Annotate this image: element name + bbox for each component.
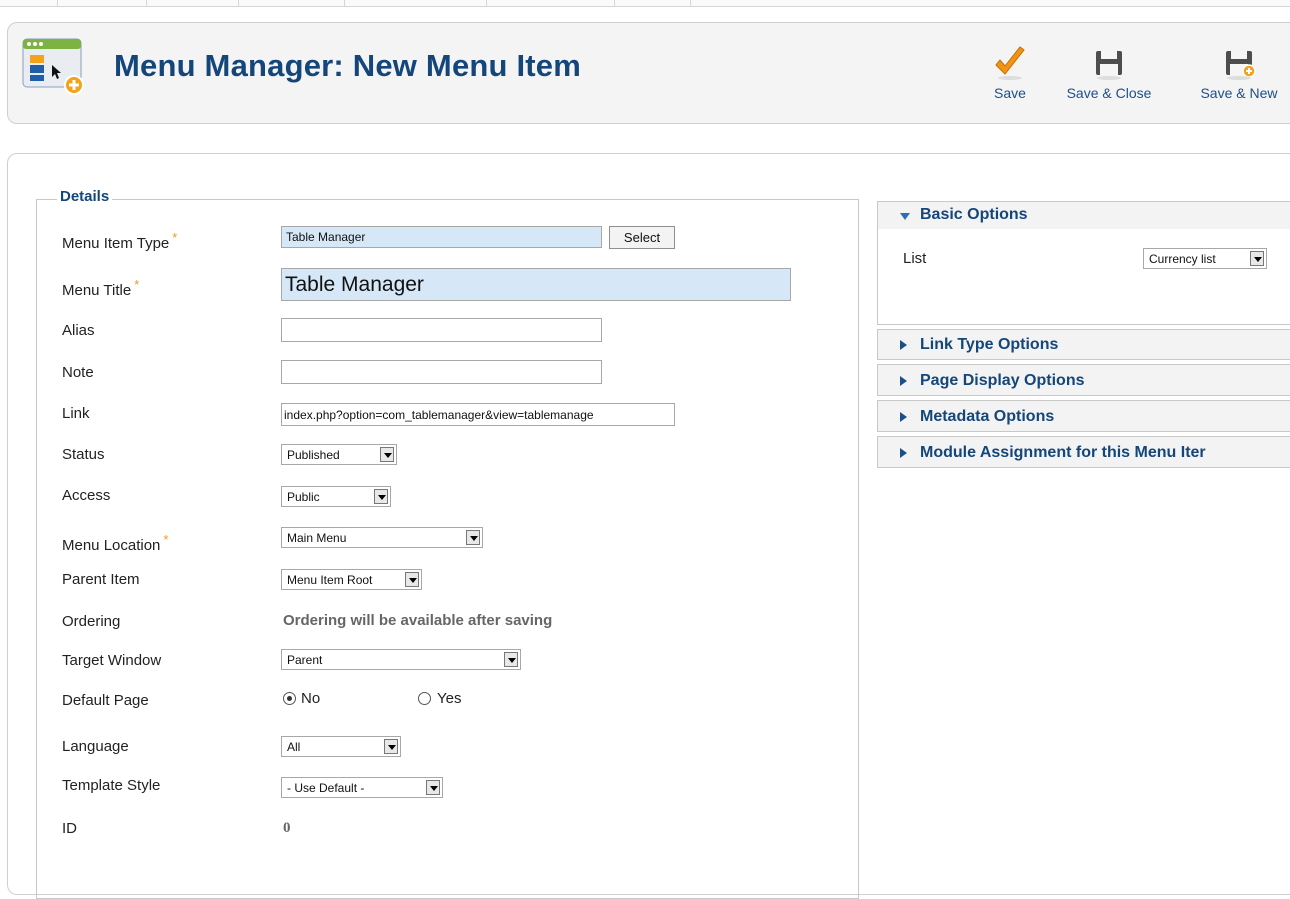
menu-title-label: Menu Title * xyxy=(62,277,139,299)
save-and-new-label: Save & New xyxy=(1200,85,1278,101)
default-page-no-label: No xyxy=(301,690,321,707)
required-marker: * xyxy=(172,230,178,245)
menu-location-select[interactable]: Main Menu xyxy=(281,527,483,548)
save-button[interactable]: Save xyxy=(985,45,1035,101)
target-window-value: Parent xyxy=(287,653,323,667)
parent-item-label: Parent Item xyxy=(62,571,140,588)
tab-divider xyxy=(238,0,239,6)
target-window-select[interactable]: Parent xyxy=(281,649,521,670)
tab-divider xyxy=(690,0,691,6)
menu-location-value: Main Menu xyxy=(287,531,347,545)
save-and-new-button[interactable]: Save & New xyxy=(1189,45,1289,101)
dropdown-arrow-icon xyxy=(504,652,518,667)
status-label: Status xyxy=(62,446,105,463)
default-page-label: Default Page xyxy=(62,692,149,709)
language-select[interactable]: All xyxy=(281,736,401,757)
collapsed-arrow-icon xyxy=(900,340,907,350)
dropdown-arrow-icon xyxy=(1250,251,1264,266)
link-label: Link xyxy=(62,405,90,422)
save-label: Save xyxy=(994,85,1026,101)
metadata-options-title: Metadata Options xyxy=(920,408,1055,425)
basic-options-title: Basic Options xyxy=(920,206,1028,223)
dropdown-arrow-icon xyxy=(384,739,398,754)
tab-divider xyxy=(614,0,615,6)
module-assignment-title: Module Assignment for this Menu Iter xyxy=(920,444,1206,461)
status-select[interactable]: Published xyxy=(281,444,397,465)
list-label: List xyxy=(903,250,927,267)
access-label: Access xyxy=(62,487,111,504)
alias-label: Alias xyxy=(62,322,95,339)
tab-divider xyxy=(146,0,147,6)
required-marker: * xyxy=(134,277,140,292)
select-menu-item-type-button[interactable]: Select xyxy=(609,226,675,249)
ordering-label: Ordering xyxy=(62,613,121,630)
link-field[interactable] xyxy=(281,403,675,426)
menu-title-field[interactable] xyxy=(281,268,791,301)
menu-item-type-label-text: Menu Item Type xyxy=(62,235,170,252)
floppy-disk-icon xyxy=(1096,51,1122,80)
page-display-options-panel[interactable]: Page Display Options xyxy=(877,364,1290,396)
required-marker: * xyxy=(163,532,169,547)
status-value: Published xyxy=(287,448,340,462)
expanded-arrow-icon xyxy=(900,213,910,220)
access-value: Public xyxy=(287,490,320,504)
metadata-options-panel[interactable]: Metadata Options xyxy=(877,400,1290,432)
tab-divider xyxy=(57,0,58,6)
dropdown-arrow-icon xyxy=(380,447,394,462)
link-type-options-title: Link Type Options xyxy=(920,336,1059,353)
note-label: Note xyxy=(62,364,94,381)
dropdown-arrow-icon xyxy=(426,780,440,795)
menu-manager-icon xyxy=(22,38,84,95)
ordering-message: Ordering will be available after saving xyxy=(283,612,553,629)
default-page-no-radio[interactable] xyxy=(283,692,296,705)
template-style-select[interactable]: - Use Default - xyxy=(281,777,443,798)
currency-list-value: Currency list xyxy=(1149,252,1216,266)
id-value: 0 xyxy=(283,820,291,836)
alias-field[interactable] xyxy=(281,318,602,342)
dropdown-arrow-icon xyxy=(466,530,480,545)
tab-divider xyxy=(344,0,345,6)
dropdown-arrow-icon xyxy=(405,572,419,587)
default-page-yes-label: Yes xyxy=(437,690,462,707)
page-title: Menu Manager: New Menu Item xyxy=(114,48,582,83)
save-and-close-label: Save & Close xyxy=(1066,85,1152,101)
floppy-disk-add-icon xyxy=(1226,51,1256,80)
module-assignment-panel[interactable]: Module Assignment for this Menu Iter xyxy=(877,436,1290,468)
target-window-label: Target Window xyxy=(62,652,162,669)
save-and-close-button[interactable]: Save & Close xyxy=(1059,45,1159,101)
collapsed-arrow-icon xyxy=(900,448,907,458)
menu-item-type-field[interactable] xyxy=(281,226,602,248)
link-type-options-panel[interactable]: Link Type Options xyxy=(877,329,1290,360)
details-legend: Details xyxy=(57,188,113,205)
menu-title-label-text: Menu Title xyxy=(62,282,132,299)
checkmark-icon xyxy=(995,46,1025,80)
dropdown-arrow-icon xyxy=(374,489,388,504)
currency-list-select[interactable]: Currency list xyxy=(1143,248,1267,269)
language-value: All xyxy=(287,740,301,754)
basic-options-header[interactable]: Basic Options xyxy=(877,201,1290,230)
page-display-options-title: Page Display Options xyxy=(920,372,1085,389)
parent-item-value: Menu Item Root xyxy=(287,573,373,587)
access-select[interactable]: Public xyxy=(281,486,391,507)
menu-location-label: Menu Location * xyxy=(62,532,168,554)
default-page-yes-radio[interactable] xyxy=(418,692,431,705)
collapsed-arrow-icon xyxy=(900,376,907,386)
tab-divider xyxy=(486,0,487,6)
basic-options-body xyxy=(877,229,1290,325)
menu-item-type-label: Menu Item Type * xyxy=(62,230,177,252)
template-style-label: Template Style xyxy=(62,777,161,794)
parent-item-select[interactable]: Menu Item Root xyxy=(281,569,422,590)
top-strip xyxy=(0,0,1290,7)
note-field[interactable] xyxy=(281,360,602,384)
collapsed-arrow-icon xyxy=(900,412,907,422)
menu-location-label-text: Menu Location xyxy=(62,537,161,554)
template-style-value: - Use Default - xyxy=(287,781,365,795)
id-label: ID xyxy=(62,820,77,837)
language-label: Language xyxy=(62,738,129,755)
